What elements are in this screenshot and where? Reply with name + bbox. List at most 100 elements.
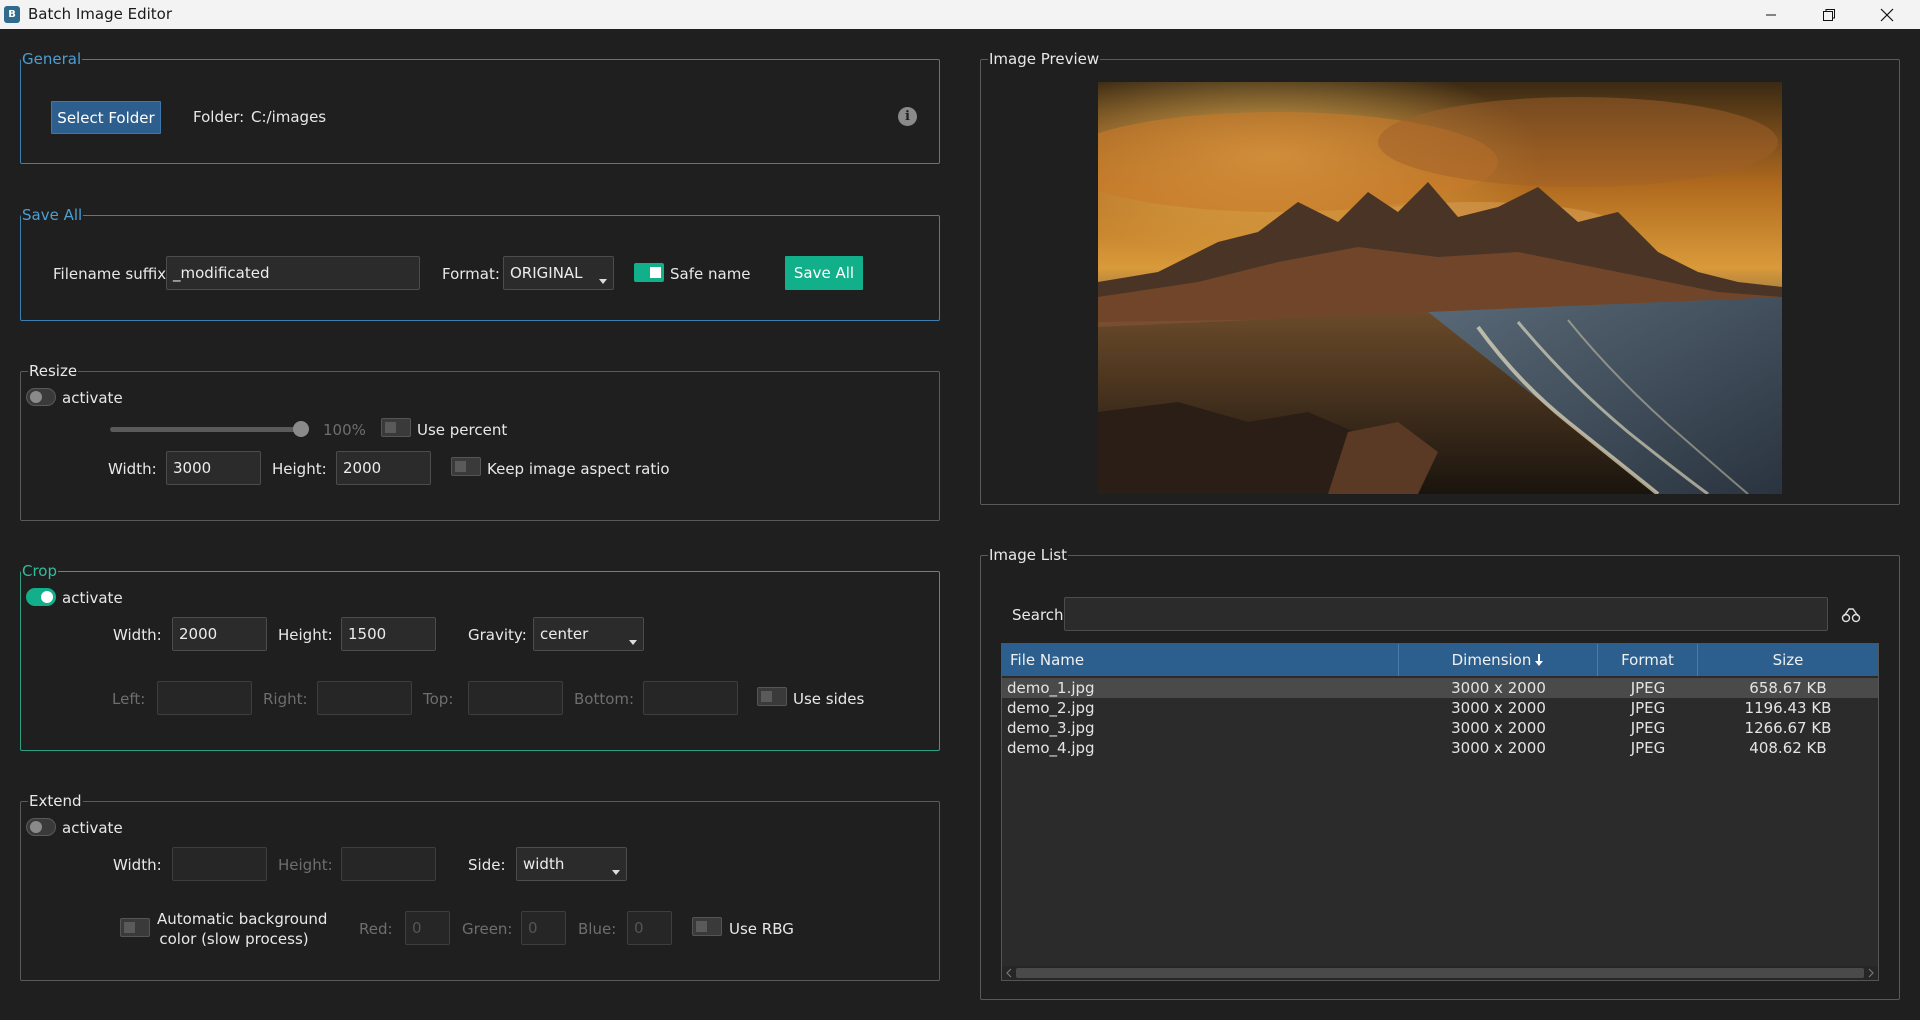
filename-suffix-label: Filename suffix: <box>53 265 172 283</box>
column-header-file-name[interactable]: File Name <box>1002 644 1399 676</box>
extend-group: Extend <box>20 792 940 981</box>
search-label: Search <box>1012 606 1064 624</box>
minimize-icon <box>1766 14 1776 15</box>
cell-file-name: demo_4.jpg <box>1007 739 1095 757</box>
crop-top-label: Top: <box>423 690 454 708</box>
crop-left-input[interactable] <box>157 681 252 715</box>
close-button[interactable] <box>1858 0 1916 29</box>
cell-size: 1266.67 KB <box>1744 719 1832 737</box>
auto-background-checkbox[interactable] <box>120 918 150 937</box>
resize-percent-slider[interactable] <box>110 427 302 432</box>
extend-width-label: Width: <box>113 856 162 874</box>
resize-width-label: Width: <box>108 460 157 478</box>
cell-format: JPEG <box>1630 719 1666 737</box>
select-folder-button[interactable]: Select Folder <box>51 101 161 134</box>
resize-legend: Resize <box>28 362 79 380</box>
extend-height-label: Height: <box>278 856 333 874</box>
cell-dimension: 3000 x 2000 <box>1451 739 1546 757</box>
blue-label: Blue: <box>578 920 617 938</box>
safe-name-checkbox[interactable] <box>634 263 664 282</box>
table-row[interactable]: demo_2.jpg 3000 x 2000 JPEG 1196.43 KB <box>1002 698 1878 718</box>
scroll-left-icon[interactable] <box>1004 966 1014 980</box>
crop-activate-toggle[interactable] <box>26 588 56 606</box>
horizontal-scrollbar[interactable] <box>1002 966 1878 980</box>
use-percent-label: Use percent <box>417 421 508 439</box>
red-label: Red: <box>359 920 393 938</box>
resize-width-input[interactable]: 3000 <box>166 451 261 485</box>
general-legend: General <box>21 50 83 68</box>
extend-activate-toggle[interactable] <box>26 818 56 836</box>
restore-icon <box>1823 8 1835 21</box>
crop-width-input[interactable]: 2000 <box>172 617 267 651</box>
keep-aspect-ratio-checkbox[interactable] <box>451 457 481 476</box>
extend-width-input[interactable] <box>172 847 267 881</box>
table-row[interactable]: demo_3.jpg 3000 x 2000 JPEG 1266.67 KB <box>1002 718 1878 738</box>
resize-height-label: Height: <box>272 460 327 478</box>
green-input[interactable]: 0 <box>521 911 566 945</box>
column-header-dimension-label: Dimension <box>1451 651 1532 669</box>
info-icon[interactable]: i <box>898 107 917 126</box>
cell-size: 1196.43 KB <box>1744 699 1832 717</box>
folder-label: Folder: <box>193 108 245 126</box>
chevron-down-icon <box>599 279 607 284</box>
crop-right-input[interactable] <box>317 681 412 715</box>
resize-percent-value: 100% <box>323 421 366 439</box>
table-row[interactable]: demo_1.jpg 3000 x 2000 JPEG 658.67 KB <box>1002 678 1878 698</box>
restore-button[interactable] <box>1800 0 1858 29</box>
crop-width-label: Width: <box>113 626 162 644</box>
image-preview-legend: Image Preview <box>988 50 1101 68</box>
resize-slider-handle[interactable] <box>293 421 309 437</box>
use-rgb-label: Use RBG <box>729 920 794 938</box>
red-input[interactable]: 0 <box>405 911 450 945</box>
cell-format: JPEG <box>1630 699 1666 717</box>
minimize-button[interactable] <box>1742 0 1800 29</box>
scrollbar-thumb[interactable] <box>1016 968 1864 978</box>
green-label: Green: <box>462 920 513 938</box>
preview-image <box>1098 82 1782 494</box>
cell-size: 658.67 KB <box>1749 679 1827 697</box>
cell-dimension: 3000 x 2000 <box>1451 699 1546 717</box>
search-input[interactable] <box>1064 597 1828 631</box>
blue-input[interactable]: 0 <box>627 911 672 945</box>
format-select[interactable]: ORIGINAL <box>503 256 614 290</box>
save-all-legend: Save All <box>21 206 84 224</box>
sort-down-arrow-icon <box>1535 654 1544 666</box>
filename-suffix-input[interactable]: _modificated <box>166 256 420 290</box>
scroll-right-icon[interactable] <box>1866 966 1876 980</box>
extend-height-input[interactable] <box>341 847 436 881</box>
crop-top-input[interactable] <box>468 681 563 715</box>
crop-legend: Crop <box>21 562 59 580</box>
crop-bottom-input[interactable] <box>643 681 738 715</box>
landscape-image <box>1098 82 1782 494</box>
cell-file-name: demo_1.jpg <box>1007 679 1095 697</box>
use-percent-checkbox[interactable] <box>381 418 411 437</box>
use-rgb-checkbox[interactable] <box>692 917 722 936</box>
close-icon <box>1880 8 1894 21</box>
crop-height-input[interactable]: 1500 <box>341 617 436 651</box>
clear-filter-icon[interactable] <box>1841 607 1861 623</box>
column-header-dimension[interactable]: Dimension <box>1399 644 1598 676</box>
use-sides-label: Use sides <box>793 690 865 708</box>
resize-activate-toggle[interactable] <box>26 388 56 406</box>
save-all-button[interactable]: Save All <box>785 256 863 290</box>
use-sides-checkbox[interactable] <box>757 687 787 706</box>
cell-dimension: 3000 x 2000 <box>1451 679 1546 697</box>
format-select-value: ORIGINAL <box>510 264 583 282</box>
crop-left-label: Left: <box>112 690 146 708</box>
cell-file-name: demo_3.jpg <box>1007 719 1095 737</box>
column-header-size[interactable]: Size <box>1698 644 1878 676</box>
table-row[interactable]: demo_4.jpg 3000 x 2000 JPEG 408.62 KB <box>1002 738 1878 758</box>
column-header-format[interactable]: Format <box>1598 644 1698 676</box>
keep-aspect-ratio-label: Keep image aspect ratio <box>487 460 670 478</box>
cell-format: JPEG <box>1630 739 1666 757</box>
image-list-table[interactable]: File Name Dimension Format Size demo_1.j… <box>1001 643 1879 981</box>
resize-height-input[interactable]: 2000 <box>336 451 431 485</box>
gravity-select[interactable]: center <box>533 617 644 651</box>
crop-right-label: Right: <box>263 690 308 708</box>
window-title: Batch Image Editor <box>28 5 173 23</box>
cell-file-name: demo_2.jpg <box>1007 699 1095 717</box>
safe-name-label: Safe name <box>670 265 751 283</box>
format-label: Format: <box>442 265 500 283</box>
image-list-legend: Image List <box>988 546 1068 564</box>
side-select[interactable]: width <box>516 847 627 881</box>
